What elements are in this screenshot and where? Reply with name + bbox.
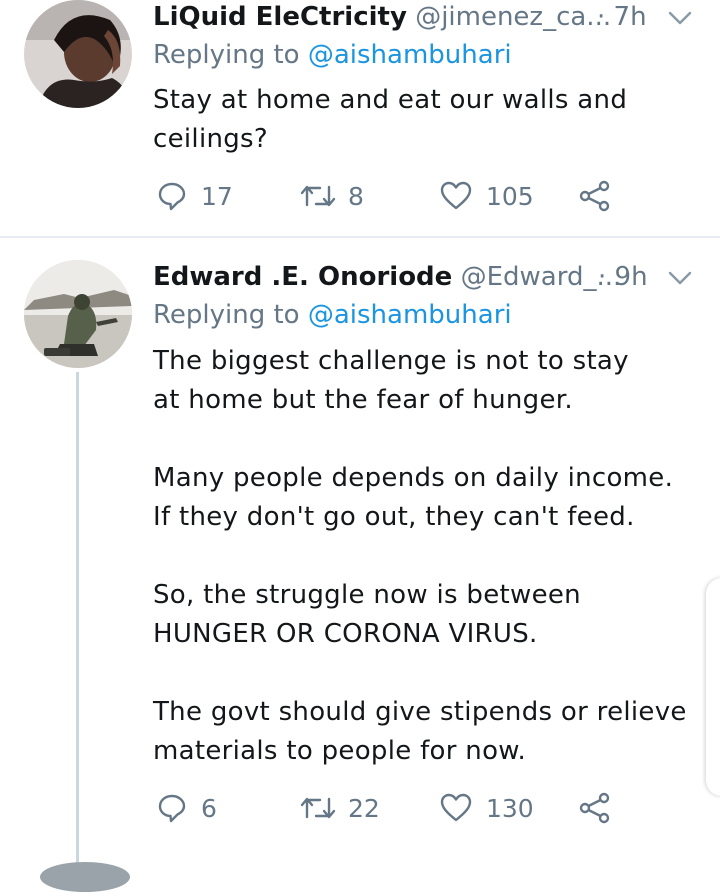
reply-icon <box>158 182 186 211</box>
avatar-photo <box>24 0 132 108</box>
share-icon <box>579 792 610 824</box>
avatar[interactable] <box>24 0 132 108</box>
tweet-paragraph: The biggest challenge is not to stay at … <box>153 346 629 415</box>
like-count: 130 <box>486 793 534 823</box>
share-button[interactable] <box>579 176 611 216</box>
retweet-icon <box>300 185 336 207</box>
chevron-down-icon[interactable] <box>667 268 693 288</box>
side-panel-edge[interactable] <box>706 578 720 796</box>
reply-count: 6 <box>201 793 217 823</box>
like-count: 105 <box>486 181 534 211</box>
replying-to: Replying to @aishambuhari <box>153 300 512 330</box>
user-handle[interactable]: @jimenez_ca... <box>415 2 611 32</box>
tweet-paragraph: The govt should give stipends or relieve… <box>153 697 687 766</box>
mention-link[interactable]: @aishambuhari <box>308 300 512 330</box>
timestamp[interactable]: · 9h <box>598 262 648 292</box>
tweet-text: The biggest challenge is not to stay at … <box>153 342 693 771</box>
like-button[interactable]: 105 <box>440 176 534 216</box>
share-button[interactable] <box>579 788 611 828</box>
display-name[interactable]: LiQuid EleCtricity <box>153 2 407 32</box>
avatar-photo <box>24 260 132 368</box>
chevron-down-icon[interactable] <box>667 8 693 28</box>
tweet-actions: 17 8 105 <box>153 176 633 216</box>
tweet-paragraph: Stay at home and eat our walls and ceili… <box>153 85 628 154</box>
heart-icon <box>440 793 472 822</box>
reply-button[interactable]: 17 <box>157 176 233 216</box>
next-tweet-avatar <box>40 862 130 892</box>
tweet-paragraph: Many people depends on daily income. If … <box>153 463 674 532</box>
thread-line <box>76 372 79 873</box>
tweet-actions: 6 22 130 <box>153 788 633 828</box>
display-name[interactable]: Edward .E. Onoriode <box>153 262 452 292</box>
mention-link[interactable]: @aishambuhari <box>308 40 512 70</box>
tweet-1[interactable]: LiQuid EleCtricity @jimenez_ca... · 7h R… <box>0 0 720 236</box>
retweet-count: 22 <box>348 793 380 823</box>
retweet-count: 8 <box>348 181 364 211</box>
tweet-text: Stay at home and eat our walls and ceili… <box>153 81 643 159</box>
reply-count: 17 <box>201 181 233 211</box>
divider <box>0 236 720 238</box>
tweet-header: LiQuid EleCtricity @jimenez_ca... <box>153 2 611 38</box>
retweet-button[interactable]: 22 <box>298 788 380 828</box>
replying-prefix: Replying to <box>153 40 300 70</box>
tweet-2[interactable]: Edward .E. Onoriode @Edward_... · 9h Rep… <box>0 240 720 873</box>
share-icon <box>579 180 610 212</box>
avatar[interactable] <box>24 260 132 368</box>
retweet-icon <box>300 797 336 819</box>
reply-icon <box>158 794 186 823</box>
heart-icon <box>440 181 472 210</box>
timestamp[interactable]: · 7h <box>597 2 647 32</box>
like-button[interactable]: 130 <box>440 788 534 828</box>
tweet-paragraph: So, the struggle now is between HUNGER O… <box>153 580 581 649</box>
retweet-button[interactable]: 8 <box>298 176 364 216</box>
tweet-header: Edward .E. Onoriode @Edward_... <box>153 262 621 298</box>
replying-prefix: Replying to <box>153 300 300 330</box>
replying-to: Replying to @aishambuhari <box>153 40 512 70</box>
reply-button[interactable]: 6 <box>157 788 217 828</box>
